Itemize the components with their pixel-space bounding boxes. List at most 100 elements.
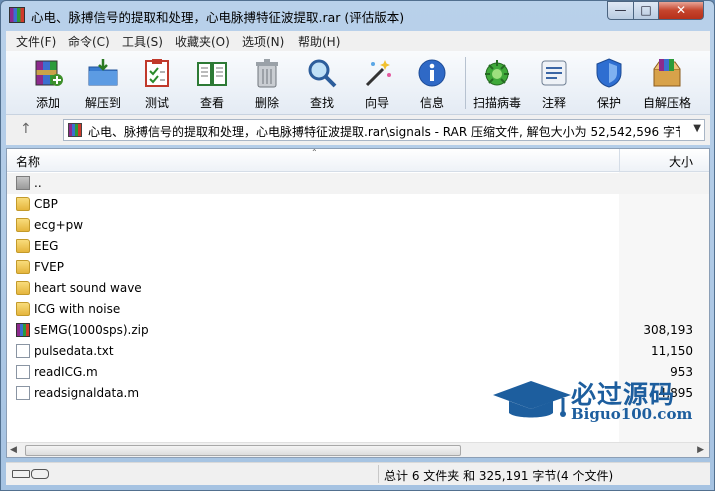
file-row[interactable]: sEMG(1000sps).zip 308,193 — [7, 320, 709, 341]
file-name: .. — [34, 176, 42, 190]
horizontal-scrollbar[interactable]: ◀ ▶ — [7, 442, 709, 457]
toolbar: 添加 解压到 测试 查看 删除 查找 向导 信息 扫描病毒 注释 保护 自解压格 — [6, 51, 710, 115]
virus-scan-label: 扫描病毒 — [472, 96, 521, 110]
test-icon — [145, 59, 169, 87]
address-field[interactable]: 心电、脉搏信号的提取和处理，心电脉搏特征波提取.rar\signals - RA… — [63, 119, 705, 141]
drive-icon — [12, 470, 30, 478]
file-row[interactable]: ICG with noise — [7, 299, 709, 320]
menu-help[interactable]: 帮助(H) — [298, 33, 340, 50]
find-button[interactable]: 查找 — [297, 54, 347, 112]
status-drive-icons[interactable] — [12, 469, 52, 479]
extract-to-icon — [88, 59, 118, 86]
watermark-url: Biguo100.com — [571, 405, 693, 423]
file-row-parent[interactable]: .. — [7, 173, 709, 194]
menu-commands[interactable]: 命令(C) — [68, 33, 110, 50]
address-bar: ↑ 心电、脉搏信号的提取和处理，心电脉搏特征波提取.rar\signals - … — [6, 115, 710, 145]
trash-icon — [256, 59, 278, 88]
comment-button[interactable]: 注释 — [529, 54, 579, 112]
menu-bar: 文件(F) 命令(C) 工具(S) 收藏夹(O) 选项(N) 帮助(H) — [6, 31, 710, 51]
file-row[interactable]: CBP — [7, 194, 709, 215]
file-row[interactable]: EEG — [7, 236, 709, 257]
test-button[interactable]: 测试 — [132, 54, 182, 112]
shield-icon — [596, 58, 622, 88]
file-row[interactable]: FVEP — [7, 257, 709, 278]
window-title: 心电、脉搏信号的提取和处理，心电脉搏特征波提取.rar (评估版本) — [31, 10, 405, 25]
sfx-box-icon — [653, 59, 681, 87]
folder-icon — [16, 197, 30, 211]
menu-tools[interactable]: 工具(S) — [122, 33, 163, 50]
wizard-wand-icon — [365, 60, 391, 87]
file-row[interactable]: pulsedata.txt 11,150 — [7, 341, 709, 362]
file-name: EEG — [34, 239, 59, 253]
status-divider — [378, 465, 379, 483]
file-size: 11,150 — [651, 344, 693, 358]
file-name: pulsedata.txt — [34, 344, 114, 358]
wizard-button[interactable]: 向导 — [352, 54, 402, 112]
key-icon — [31, 469, 49, 479]
status-bar: 总计 6 文件夹 和 325,191 字节(4 个文件) — [6, 462, 710, 485]
view-label: 查看 — [199, 96, 224, 110]
info-icon — [418, 59, 446, 87]
menu-file[interactable]: 文件(F) — [16, 33, 56, 50]
file-name: readICG.m — [34, 365, 98, 379]
protect-button[interactable]: 保护 — [584, 54, 634, 112]
column-divider[interactable] — [619, 149, 620, 171]
find-label: 查找 — [309, 96, 334, 110]
extract-to-label: 解压到 — [84, 96, 121, 110]
test-label: 测试 — [144, 96, 169, 110]
magnifier-icon — [308, 59, 337, 88]
comment-icon — [541, 60, 567, 86]
sfx-button[interactable]: 自解压格 — [642, 54, 692, 112]
winrar-window: 心电、脉搏信号的提取和处理，心电脉搏特征波提取.rar (评估版本) — □ ✕… — [0, 0, 715, 491]
title-bar[interactable]: 心电、脉搏信号的提取和处理，心电脉搏特征波提取.rar (评估版本) — □ ✕ — [1, 1, 714, 29]
view-book-icon — [197, 62, 227, 86]
column-size-header[interactable]: 大小 — [669, 153, 693, 170]
info-button[interactable]: 信息 — [407, 54, 457, 112]
minimize-button[interactable]: — — [607, 1, 634, 20]
close-button[interactable]: ✕ — [658, 1, 704, 20]
wizard-label: 向导 — [364, 96, 389, 110]
text-file-icon — [16, 365, 30, 379]
menu-favorites[interactable]: 收藏夹(O) — [175, 33, 230, 50]
maximize-button[interactable]: □ — [633, 1, 659, 20]
file-name: ecg+pw — [34, 218, 84, 232]
virus-scan-icon — [485, 60, 509, 86]
text-file-icon — [16, 344, 30, 358]
file-name: CBP — [34, 197, 58, 211]
delete-button[interactable]: 删除 — [242, 54, 292, 112]
file-name: sEMG(1000sps).zip — [34, 323, 149, 337]
file-name: heart sound wave — [34, 281, 142, 295]
winrar-app-icon[interactable] — [9, 7, 25, 23]
scroll-right-icon[interactable]: ▶ — [697, 443, 704, 457]
file-row[interactable]: ecg+pw — [7, 215, 709, 236]
watermark: 必过源码 Biguo100.com — [491, 373, 701, 429]
add-button[interactable]: 添加 — [23, 54, 73, 112]
menu-options[interactable]: 选项(N) — [242, 33, 284, 50]
column-name-header[interactable]: 名称 — [16, 153, 40, 170]
folder-icon — [16, 260, 30, 274]
add-label: 添加 — [35, 96, 60, 110]
status-summary: 总计 6 文件夹 和 325,191 字节(4 个文件) — [384, 469, 614, 483]
text-file-icon — [16, 386, 30, 400]
sfx-label: 自解压格 — [642, 96, 691, 110]
protect-label: 保护 — [596, 96, 621, 110]
scrollbar-thumb[interactable] — [25, 445, 461, 456]
folder-icon — [16, 302, 30, 316]
address-path: 心电、脉搏信号的提取和处理，心电脉搏特征波提取.rar\signals - RA… — [88, 125, 680, 139]
virus-scan-button[interactable]: 扫描病毒 — [472, 54, 522, 112]
view-button[interactable]: 查看 — [187, 54, 237, 112]
up-arrow-icon[interactable]: ↑ — [20, 121, 32, 137]
folder-icon — [16, 281, 30, 295]
zip-archive-icon — [16, 323, 30, 337]
file-size: 308,193 — [643, 323, 693, 337]
file-name: FVEP — [34, 260, 64, 274]
file-row[interactable]: heart sound wave — [7, 278, 709, 299]
chevron-down-icon[interactable]: ▼ — [693, 123, 701, 134]
extract-to-button[interactable]: 解压到 — [78, 54, 128, 112]
scroll-left-icon[interactable]: ◀ — [10, 443, 17, 457]
folder-icon — [16, 239, 30, 253]
comment-label: 注释 — [541, 96, 566, 110]
archive-icon — [68, 123, 82, 137]
graduation-cap-icon — [493, 381, 571, 418]
folder-icon — [16, 218, 30, 232]
